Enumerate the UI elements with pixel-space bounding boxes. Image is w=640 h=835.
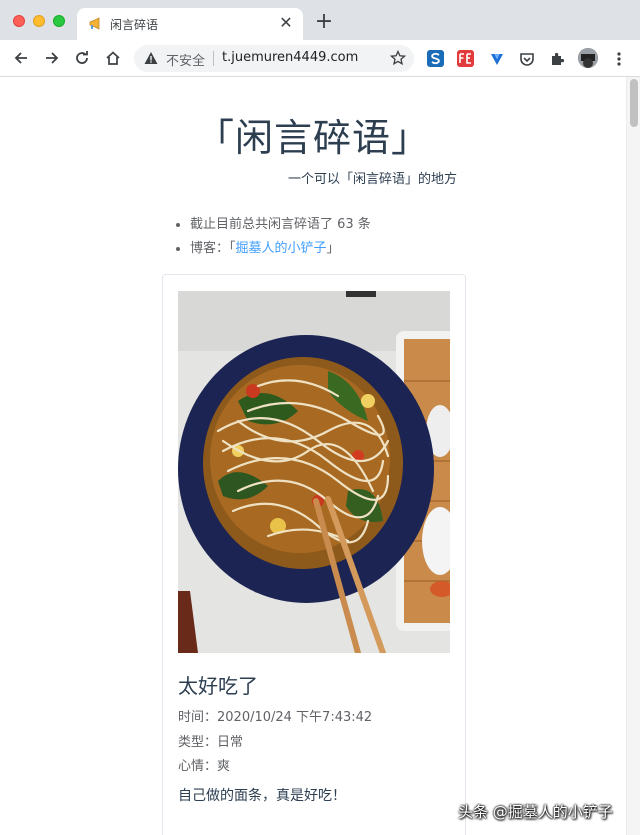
back-button[interactable] (9, 46, 33, 70)
post-mood: 心情：爽 (178, 759, 231, 774)
fe-extension-icon[interactable] (457, 50, 474, 67)
reload-icon (76, 51, 88, 64)
new-tab-button[interactable]: + (314, 11, 334, 33)
stats-text: 截止目前总共闲言碎语了 63 条 (190, 217, 371, 232)
arrow-right-icon (46, 52, 59, 64)
tab-close-button[interactable]: ✕ (277, 14, 295, 32)
post-time: 时间：2020/10/24 下午7:43:42 (178, 710, 373, 725)
minimize-window-button[interactable] (33, 15, 45, 27)
menu-icon[interactable] (610, 50, 627, 67)
extensions-puzzle-icon (551, 52, 564, 65)
security-status[interactable]: 不安全 (166, 50, 205, 69)
page-subtitle: 一个可以「闲言碎语」的地方 (288, 172, 458, 187)
post-category: 类型：日常 (178, 735, 244, 750)
home-button[interactable] (101, 46, 125, 70)
v-logo-icon (490, 53, 503, 65)
v-extension-icon[interactable] (488, 50, 505, 67)
blog-label: 博客： (190, 241, 230, 256)
scrollbar-thumb[interactable] (630, 79, 638, 127)
tab-bar: 闲言碎语 ✕ + (0, 0, 640, 40)
warning-icon (144, 52, 158, 64)
scrollbar[interactable] (626, 77, 640, 835)
page-title: 「闲言碎语」 (195, 116, 430, 160)
s-logo-icon (431, 52, 440, 65)
page-viewport: 「闲言碎语」 一个可以「闲言碎语」的地方 截止目前总共闲言碎语了 63 条 博客… (0, 77, 640, 835)
post-title: 太好吃了 (178, 674, 258, 698)
post-card: 太好吃了 时间：2020/10/24 下午7:43:42 类型：日常 心情：爽 … (162, 274, 466, 835)
watermark-text: 头条 @掘墓人的小铲子 (458, 803, 613, 821)
stats-item: 截止目前总共闲言碎语了 63 条 (174, 215, 371, 239)
blog-link[interactable]: 掘墓人的小铲子 (236, 241, 327, 256)
noodle-bowl-illustration (178, 291, 450, 653)
address-bar[interactable]: 不安全 t.juemuren4449.com (134, 45, 414, 72)
info-list: 截止目前总共闲言碎语了 63 条 博客：「掘墓人的小铲子」 (174, 215, 371, 263)
omnibox-divider (213, 51, 214, 66)
blog-item: 博客：「掘墓人的小铲子」 (174, 239, 371, 263)
profile-avatar[interactable] (578, 48, 598, 68)
megaphone-icon (89, 17, 100, 30)
reload-button[interactable] (70, 46, 94, 70)
avatar-icon (578, 48, 598, 68)
noodle-soup-photo (178, 291, 450, 653)
browser-chrome: 闲言碎语 ✕ + 不安全 t.juemuren4449.com (0, 0, 640, 77)
s-extension-icon[interactable] (427, 50, 444, 67)
tab-title: 闲言碎语 (110, 18, 159, 32)
url-text[interactable]: t.juemuren4449.com (222, 50, 358, 65)
zoom-window-button[interactable] (53, 15, 65, 27)
close-window-button[interactable] (13, 15, 25, 27)
puzzle-icon[interactable] (548, 50, 565, 67)
home-icon (106, 51, 120, 65)
pocket-logo-icon (519, 52, 534, 66)
fe-logo-icon (459, 53, 471, 64)
blog-bracket-close: 」 (326, 241, 340, 256)
pocket-icon[interactable] (518, 50, 535, 67)
kebab-menu-icon (616, 51, 621, 66)
browser-tab[interactable]: 闲言碎语 ✕ (77, 8, 303, 40)
browser-toolbar: 不安全 t.juemuren4449.com (0, 40, 640, 77)
forward-button[interactable] (40, 46, 64, 70)
bookmark-star-icon[interactable] (390, 50, 406, 66)
arrow-left-icon (14, 52, 27, 64)
post-content: 自己做的面条，真是好吃！ (178, 788, 346, 804)
